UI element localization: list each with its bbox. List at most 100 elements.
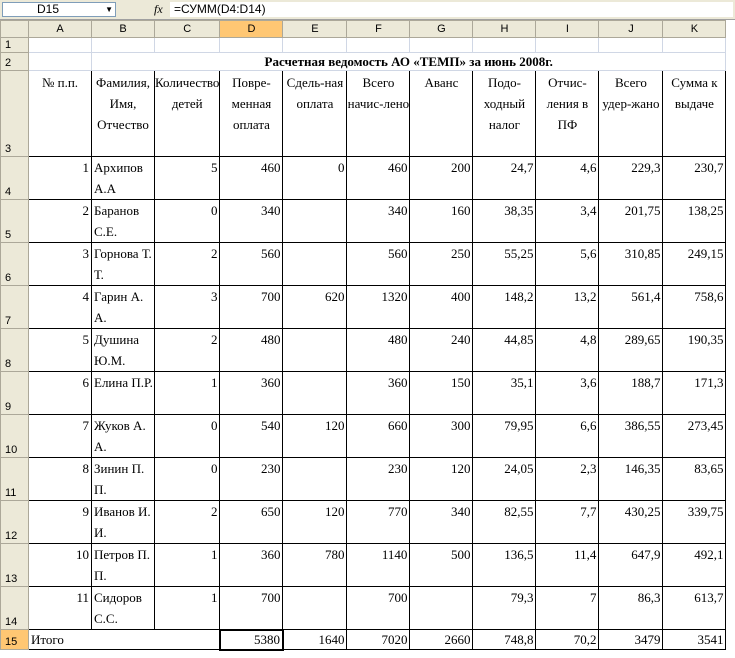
cell-advance[interactable]: 120 xyxy=(409,457,474,501)
total-piece-pay[interactable]: 1640 xyxy=(282,629,348,650)
cell-total[interactable]: 480 xyxy=(346,328,411,372)
row-header[interactable]: 8 xyxy=(0,328,29,372)
cell-num[interactable]: 1 xyxy=(28,156,92,200)
cell-piece-pay[interactable] xyxy=(282,586,348,630)
cell-pf[interactable]: 6,6 xyxy=(535,414,600,458)
row-header[interactable]: 13 xyxy=(0,543,29,587)
total-advance[interactable]: 2660 xyxy=(409,629,474,650)
cell-name[interactable]: Горнова Т.Т. xyxy=(91,242,155,286)
cell-pf[interactable]: 13,2 xyxy=(535,285,600,329)
cell-num[interactable]: 3 xyxy=(28,242,92,286)
cell-time-pay[interactable]: 340 xyxy=(219,199,284,243)
cell-payout[interactable]: 190,35 xyxy=(662,328,727,372)
cell-pf[interactable]: 7 xyxy=(535,586,600,630)
cell-deducted[interactable]: 310,85 xyxy=(598,242,664,286)
cell[interactable] xyxy=(219,37,284,53)
cell-payout[interactable]: 273,45 xyxy=(662,414,727,458)
cell-total[interactable]: 360 xyxy=(346,371,411,415)
cell-time-pay[interactable]: 460 xyxy=(219,156,284,200)
row-header[interactable]: 4 xyxy=(0,156,29,200)
cell-num[interactable]: 9 xyxy=(28,500,92,544)
cell-payout[interactable]: 758,6 xyxy=(662,285,727,329)
cell-advance[interactable]: 400 xyxy=(409,285,474,329)
cell-time-pay[interactable]: 230 xyxy=(219,457,284,501)
cell-num[interactable]: 10 xyxy=(28,543,92,587)
cell-children[interactable]: 2 xyxy=(153,242,221,286)
row-header[interactable]: 3 xyxy=(0,70,29,157)
cell-children[interactable]: 0 xyxy=(153,457,221,501)
cell-children[interactable]: 5 xyxy=(153,156,221,200)
cell-pf[interactable]: 5,6 xyxy=(535,242,600,286)
cell-deducted[interactable]: 430,25 xyxy=(598,500,664,544)
cell-piece-pay[interactable] xyxy=(282,242,348,286)
cell-num[interactable]: 2 xyxy=(28,199,92,243)
cell-piece-pay[interactable]: 120 xyxy=(282,414,348,458)
cell-advance[interactable]: 240 xyxy=(409,328,474,372)
cell-pf[interactable]: 4,6 xyxy=(535,156,600,200)
cell-total[interactable]: 1140 xyxy=(346,543,411,587)
cell-payout[interactable]: 249,15 xyxy=(662,242,727,286)
total-total[interactable]: 7020 xyxy=(346,629,411,650)
cell-time-pay[interactable]: 700 xyxy=(219,285,284,329)
cell-pf[interactable]: 2,3 xyxy=(535,457,600,501)
cell-num[interactable]: 4 xyxy=(28,285,92,329)
cell-time-pay[interactable]: 360 xyxy=(219,543,284,587)
header-deducted[interactable]: Всего удер-жано xyxy=(598,70,664,157)
cell-payout[interactable]: 492,1 xyxy=(662,543,727,587)
cell-name[interactable]: Елина П.Р. xyxy=(91,371,155,415)
column-header[interactable]: F xyxy=(346,20,411,38)
cell[interactable] xyxy=(472,37,537,53)
formula-input[interactable]: =СУММ(D4:D14) xyxy=(170,2,733,17)
cell-payout[interactable]: 83,65 xyxy=(662,457,727,501)
cell-name[interactable]: Сидоров С.С. xyxy=(91,586,155,630)
cell-tax[interactable]: 24,7 xyxy=(472,156,537,200)
total-time-pay[interactable]: 5380 xyxy=(218,628,284,651)
cell-total[interactable]: 340 xyxy=(346,199,411,243)
cell-children[interactable]: 0 xyxy=(153,199,221,243)
cell-time-pay[interactable]: 360 xyxy=(219,371,284,415)
cell-name[interactable]: Баранов С.Е. xyxy=(91,199,155,243)
cell-advance[interactable]: 340 xyxy=(409,500,474,544)
cell[interactable] xyxy=(91,37,155,53)
cell-advance[interactable]: 160 xyxy=(409,199,474,243)
cell[interactable] xyxy=(662,37,727,53)
cell[interactable] xyxy=(28,52,92,71)
cell-advance[interactable]: 300 xyxy=(409,414,474,458)
cell-tax[interactable]: 136,5 xyxy=(472,543,537,587)
cell-tax[interactable]: 44,85 xyxy=(472,328,537,372)
row-header[interactable]: 11 xyxy=(0,457,29,501)
header-advance[interactable]: Аванс xyxy=(409,70,474,157)
cell-time-pay[interactable]: 650 xyxy=(219,500,284,544)
cell-total[interactable]: 660 xyxy=(346,414,411,458)
cell-piece-pay[interactable] xyxy=(282,199,348,243)
cell-pf[interactable]: 4,8 xyxy=(535,328,600,372)
cell-deducted[interactable]: 561,4 xyxy=(598,285,664,329)
cell-deducted[interactable]: 146,35 xyxy=(598,457,664,501)
header-total[interactable]: Всего начис-лено xyxy=(346,70,411,157)
cell-time-pay[interactable]: 700 xyxy=(219,586,284,630)
cell-tax[interactable]: 79,95 xyxy=(472,414,537,458)
header-tax[interactable]: Подо-ходный налог xyxy=(472,70,537,157)
header-name[interactable]: Фамилия, Имя, Отчество xyxy=(91,70,155,157)
cell-deducted[interactable]: 386,55 xyxy=(598,414,664,458)
cell-tax[interactable]: 38,35 xyxy=(472,199,537,243)
column-header[interactable]: J xyxy=(598,20,664,38)
row-header[interactable]: 5 xyxy=(0,199,29,243)
cell-piece-pay[interactable]: 120 xyxy=(282,500,348,544)
cell-deducted[interactable]: 647,9 xyxy=(598,543,664,587)
cell-piece-pay[interactable]: 620 xyxy=(282,285,348,329)
header-payout[interactable]: Сумма к выдаче xyxy=(662,70,727,157)
row-header[interactable]: 12 xyxy=(0,500,29,544)
row-header[interactable]: 1 xyxy=(0,37,29,53)
cell-advance[interactable]: 200 xyxy=(409,156,474,200)
column-header[interactable]: D xyxy=(219,20,284,38)
cell-tax[interactable]: 55,25 xyxy=(472,242,537,286)
cell-deducted[interactable]: 289,65 xyxy=(598,328,664,372)
cell-name[interactable]: Жуков А.А. xyxy=(91,414,155,458)
cell-piece-pay[interactable] xyxy=(282,457,348,501)
cell-deducted[interactable]: 201,75 xyxy=(598,199,664,243)
row-header[interactable]: 15 xyxy=(0,629,29,650)
cell-time-pay[interactable]: 540 xyxy=(219,414,284,458)
total-payout[interactable]: 3541 xyxy=(662,629,727,650)
cell-total[interactable]: 770 xyxy=(346,500,411,544)
